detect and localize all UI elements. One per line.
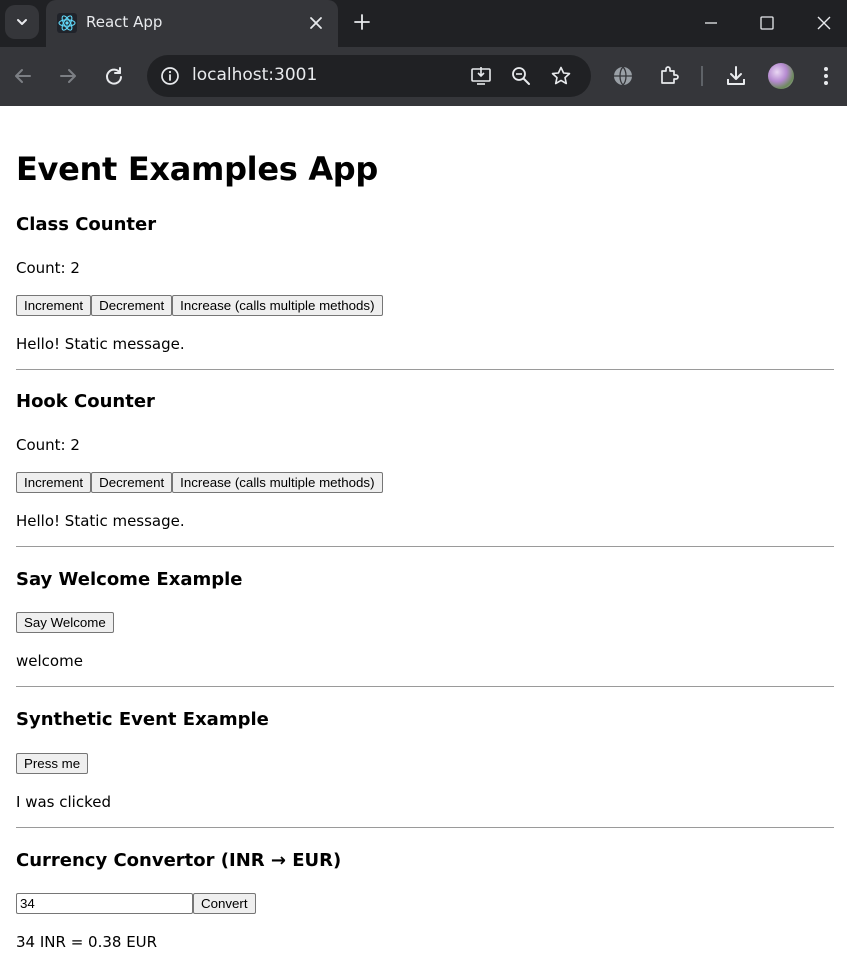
puzzle-icon[interactable] — [657, 64, 681, 88]
class-counter-buttons: Increment Decrement Increase (calls mult… — [16, 295, 383, 316]
hook-counter-buttons: Increment Decrement Increase (calls mult… — [16, 472, 383, 493]
currency-heading: Currency Convertor (INR → EUR) — [16, 850, 342, 871]
synthetic-event-output: I was clicked — [16, 793, 111, 811]
hook-counter-count: Count: 2 — [16, 436, 80, 454]
toolbar-separator — [701, 66, 703, 86]
synthetic-event-heading: Synthetic Event Example — [16, 709, 269, 730]
page-title: Event Examples App — [16, 150, 379, 188]
hook-counter-message: Hello! Static message. — [16, 512, 185, 530]
say-welcome-output: welcome — [16, 652, 83, 670]
hook-counter-heading: Hook Counter — [16, 391, 155, 412]
divider — [16, 686, 834, 687]
hook-increment-button[interactable]: Increment — [16, 472, 92, 493]
maximize-icon[interactable] — [758, 14, 776, 32]
synthetic-event-row: Press me — [16, 753, 89, 774]
globe-icon[interactable] — [611, 64, 635, 88]
tab-strip: React App — [0, 0, 847, 47]
divider — [16, 827, 834, 828]
amount-input[interactable] — [16, 893, 193, 914]
install-app-icon[interactable] — [470, 65, 492, 87]
class-increase-button[interactable]: Increase (calls multiple methods) — [172, 295, 383, 316]
react-logo-icon — [57, 13, 77, 33]
tab-search-button[interactable] — [5, 5, 39, 39]
info-icon[interactable] — [159, 65, 181, 87]
class-counter-count: Count: 2 — [16, 259, 80, 277]
close-icon[interactable] — [308, 15, 324, 31]
back-arrow-icon[interactable] — [12, 65, 34, 87]
say-welcome-heading: Say Welcome Example — [16, 569, 243, 590]
class-counter-heading: Class Counter — [16, 214, 157, 235]
currency-result: 34 INR = 0.38 EUR — [16, 933, 158, 951]
tab-title: React App — [86, 13, 163, 31]
class-decrement-button[interactable]: Decrement — [91, 295, 173, 316]
divider — [16, 546, 834, 547]
avatar[interactable] — [768, 63, 794, 89]
class-counter-message: Hello! Static message. — [16, 335, 185, 353]
page-content: Event Examples App Class Counter Count: … — [0, 106, 847, 970]
zoom-out-icon[interactable] — [510, 65, 532, 87]
chevron-down-icon — [17, 19, 27, 25]
hook-increase-button[interactable]: Increase (calls multiple methods) — [172, 472, 383, 493]
minimize-icon[interactable] — [702, 14, 720, 32]
kebab-menu-icon[interactable] — [814, 64, 838, 88]
press-me-button[interactable]: Press me — [16, 753, 89, 774]
plus-icon[interactable] — [353, 13, 371, 31]
say-welcome-row: Say Welcome — [16, 612, 114, 633]
say-welcome-button[interactable]: Say Welcome — [16, 612, 114, 633]
browser-tab[interactable]: React App — [46, 0, 338, 47]
currency-row: Convert — [16, 893, 256, 914]
address-bar[interactable]: localhost:3001 — [147, 55, 591, 97]
download-icon[interactable] — [724, 64, 748, 88]
reload-icon[interactable] — [103, 65, 125, 87]
url-text[interactable]: localhost:3001 — [192, 65, 317, 85]
browser-toolbar: localhost:3001 — [0, 47, 847, 106]
divider — [16, 369, 834, 370]
hook-decrement-button[interactable]: Decrement — [91, 472, 173, 493]
convert-button[interactable]: Convert — [193, 893, 256, 914]
forward-arrow-icon[interactable] — [57, 65, 79, 87]
class-increment-button[interactable]: Increment — [16, 295, 92, 316]
close-window-icon[interactable] — [815, 14, 833, 32]
star-icon[interactable] — [550, 65, 572, 87]
